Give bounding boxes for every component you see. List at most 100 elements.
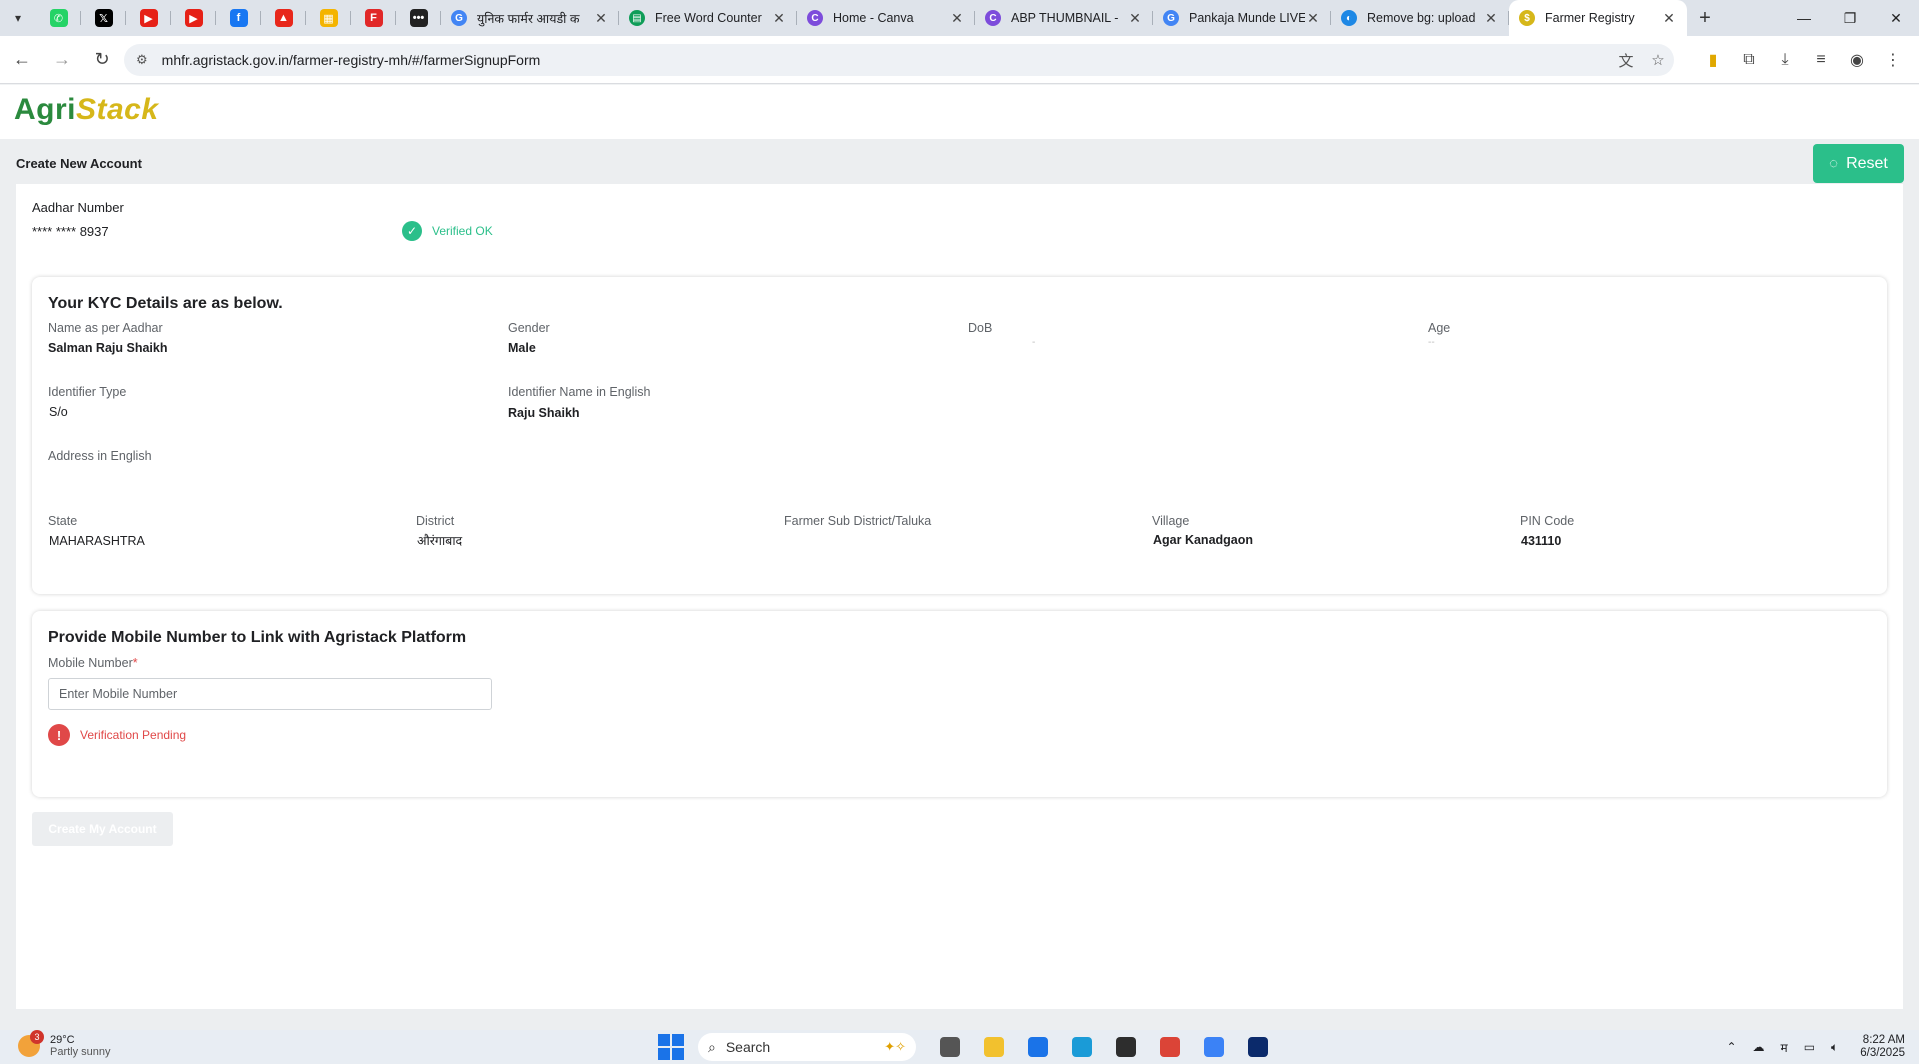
dots-icon: ••• (409, 9, 428, 27)
adobe-icon: ▲ (274, 9, 293, 27)
temperature: 29°C (50, 1034, 75, 1046)
minimize-icon[interactable]: — (1781, 0, 1827, 36)
volume-icon[interactable]: 🔈︎ (1831, 1040, 1838, 1055)
signup-form: Aadhar Number **** **** 8937 ✓ Verified … (16, 184, 1903, 1009)
state-label: State (48, 514, 78, 528)
mobile-number-input[interactable] (48, 678, 492, 710)
store-icon[interactable] (1021, 1033, 1055, 1061)
village-label: Village (1152, 514, 1190, 528)
tab-close-icon[interactable]: ✕ (1483, 10, 1499, 27)
weather-widget[interactable]: 3 29°C Partly sunny (18, 1030, 111, 1058)
chrome-icon[interactable] (1153, 1033, 1187, 1061)
tab-title: Home - Canva (833, 11, 914, 25)
tab-favicon-icon: C (985, 10, 1001, 26)
tab-close-icon[interactable]: ✕ (1127, 10, 1143, 27)
name-value: Salman Raju Shaikh (48, 341, 168, 355)
download-icon[interactable]: ⤓ (1767, 44, 1803, 76)
input-language[interactable]: म (1781, 1039, 1788, 1056)
mobile-link-card: Provide Mobile Number to Link with Agris… (32, 611, 1887, 797)
edge-icon[interactable] (1065, 1033, 1099, 1061)
pinned-tab[interactable]: F (351, 0, 396, 36)
profile-avatar[interactable]: ◉ (1839, 44, 1875, 76)
page-title: Create New Account (16, 156, 142, 171)
notepad-icon[interactable] (1197, 1033, 1231, 1061)
create-account-button[interactable]: Create My Account (32, 812, 173, 846)
browser-tab[interactable]: G युनिक फार्मर आयडी क ✕ (441, 0, 619, 36)
pinned-tab[interactable]: ▦ (306, 0, 351, 36)
network-icon[interactable]: ▭ (1804, 1040, 1815, 1054)
whatsapp-icon: ✆ (49, 9, 68, 27)
browser-tab[interactable]: C Home - Canva ✕ (797, 0, 975, 36)
address-bar[interactable]: ⚙ mhfr.agristack.gov.in/farmer-registry-… (124, 44, 1674, 76)
pinned-tab[interactable]: ▲ (261, 0, 306, 36)
toolbar-actions: ▮ ⧉ ⤓ ≡ ◉ ⋮ (1695, 44, 1911, 76)
onedrive-icon[interactable]: ☁ (1753, 1040, 1765, 1054)
pin-label: PIN Code (1520, 514, 1575, 528)
extensions-puzzle-icon[interactable]: ⧉ (1731, 44, 1767, 76)
task-view-icon[interactable] (933, 1033, 967, 1061)
clock-date: 6/3/2025 (1860, 1047, 1905, 1059)
forward-icon[interactable]: → (44, 42, 80, 78)
logo-bar: AgriStack (0, 85, 1919, 139)
tab-close-icon[interactable]: ✕ (1661, 10, 1677, 27)
clock[interactable]: 8:22 AM 6/3/2025 (1860, 1034, 1905, 1060)
browser-tab[interactable]: ◐ Remove bg: upload ✕ (1331, 0, 1509, 36)
taskbar-search[interactable]: ⌕ Search ✦✧ (698, 1033, 916, 1061)
pinned-tab[interactable]: f (216, 0, 261, 36)
reset-button[interactable]: ◌ Reset (1813, 144, 1904, 183)
omega-app-icon[interactable] (1241, 1033, 1275, 1061)
pinned-tab[interactable]: 𝕏 (81, 0, 126, 36)
youtube-icon: ▶ (184, 9, 203, 27)
extension-yellow-icon[interactable]: ▮ (1695, 44, 1731, 76)
close-window-icon[interactable]: ✕ (1873, 0, 1919, 36)
taskbar-search-text: Search (725, 1039, 771, 1055)
sticky-notes-icon[interactable] (1109, 1033, 1143, 1061)
tab-close-icon[interactable]: ✕ (593, 10, 609, 27)
reload-icon[interactable]: ↻ (84, 42, 120, 78)
windows-start-icon[interactable] (658, 1034, 684, 1060)
tab-close-icon[interactable]: ✕ (771, 10, 787, 27)
bookmark-star-icon[interactable]: ☆ (1642, 51, 1674, 69)
browser-tab[interactable]: ▤ Free Word Counter ✕ (619, 0, 797, 36)
browser-tab[interactable]: C ABP THUMBNAIL - ✕ (975, 0, 1153, 36)
pinned-tab[interactable]: ••• (396, 0, 441, 36)
tab-close-icon[interactable]: ✕ (1305, 10, 1321, 27)
windows-taskbar: 3 29°C Partly sunny ⌕ Search ✦✧ ⌃ ☁ म ▭ … (0, 1030, 1919, 1064)
tab-close-icon[interactable]: ✕ (949, 10, 965, 27)
search-icon: ⌕ (708, 1038, 716, 1055)
browser-tab[interactable]: $ Farmer Registry ✕ (1509, 0, 1687, 36)
back-icon[interactable]: ← (4, 42, 40, 78)
tab-favicon-icon: G (1163, 10, 1179, 26)
browser-tab[interactable]: G Pankaja Munde LIVE ✕ (1153, 0, 1331, 36)
menu-kebab-icon[interactable]: ⋮ (1875, 44, 1911, 76)
media-control-icon[interactable]: ≡ (1803, 44, 1839, 76)
aadhar-status: ✓ Verified OK (402, 221, 493, 241)
logo-stack: Stack (76, 93, 159, 126)
tray-chevron-up-icon[interactable]: ⌃ (1726, 1040, 1736, 1054)
restore-icon[interactable]: ❐ (1827, 0, 1873, 36)
flipboard-icon: F (364, 9, 383, 27)
tab-favicon-icon: G (451, 10, 467, 26)
site-info-icon[interactable]: ⚙ (136, 52, 148, 68)
tab-title: Pankaja Munde LIVE (1189, 11, 1305, 25)
tab-search-icon[interactable]: ▾ (0, 0, 36, 36)
identifier-type-label: Identifier Type (48, 385, 127, 399)
tab-favicon-icon: ▤ (629, 10, 645, 26)
kyc-details-card: Your KYC Details are as below. Name as p… (32, 277, 1887, 594)
identifier-name-label: Identifier Name in English (508, 385, 651, 399)
reset-icon: ◌ (1829, 155, 1839, 172)
facebook-icon: f (229, 9, 248, 27)
url-text[interactable]: mhfr.agristack.gov.in/farmer-registry-mh… (162, 52, 1610, 68)
mobile-status-text: Verification Pending (80, 728, 187, 742)
tab-title: युनिक फार्मर आयडी क (477, 11, 580, 26)
translate-icon[interactable]: 文 (1610, 50, 1642, 71)
new-tab-button[interactable]: + (1687, 7, 1723, 30)
pinned-tab[interactable]: ✆ (36, 0, 81, 36)
tab-title: ABP THUMBNAIL - (1011, 11, 1119, 25)
agristack-logo[interactable]: AgriStack (14, 93, 159, 127)
district-value: औरंगाबाद (417, 534, 463, 548)
file-explorer-icon[interactable] (977, 1033, 1011, 1061)
browser-tab-strip: ▾ ✆ 𝕏 ▶ ▶ f ▲ ▦ F ••• G युनिक फार्मर आयडी क ✕ ▤ Free… (0, 0, 1919, 36)
pinned-tab[interactable]: ▶ (126, 0, 171, 36)
pinned-tab[interactable]: ▶ (171, 0, 216, 36)
